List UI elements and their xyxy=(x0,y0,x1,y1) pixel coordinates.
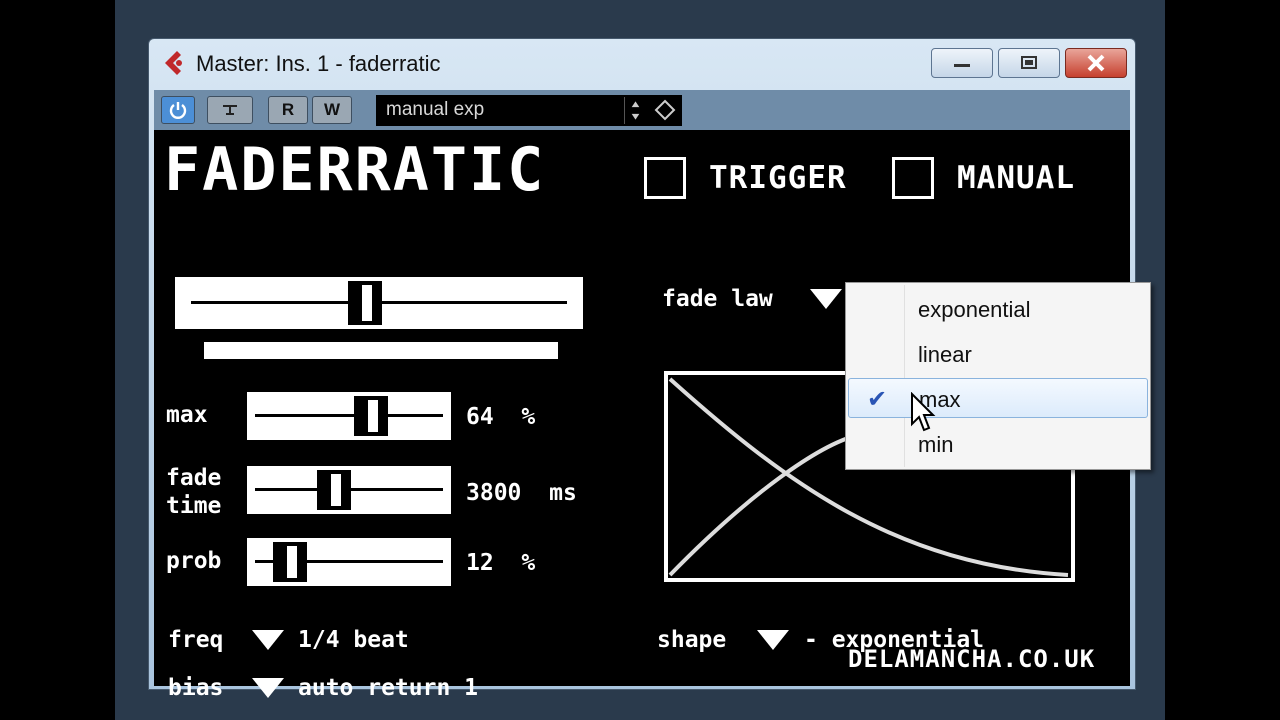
power-button[interactable] xyxy=(161,96,195,124)
mouse-cursor-icon xyxy=(911,392,936,432)
main-fader-thumb[interactable] xyxy=(348,281,383,325)
website-link[interactable]: DELAMANCHA.CO.UK xyxy=(848,645,1095,673)
shape-label: shape xyxy=(657,627,727,653)
freq-label: freq xyxy=(168,627,224,653)
manual-checkbox[interactable] xyxy=(892,157,934,199)
fade-law-menu: exponential linear ✔ max min xyxy=(845,282,1151,470)
bias-dropdown-arrow-icon[interactable] xyxy=(252,678,284,698)
preset-name: manual exp xyxy=(386,99,485,120)
preset-menu-icon[interactable] xyxy=(652,97,678,124)
trigger-label: TRIGGER xyxy=(709,160,847,196)
preset-selector[interactable]: manual exp xyxy=(376,95,682,126)
minimize-icon xyxy=(954,64,970,67)
close-icon xyxy=(1087,54,1105,72)
plugin-logo-title: FADERRATIC xyxy=(164,135,546,205)
max-slider-track xyxy=(255,414,443,417)
fade-law-dropdown-arrow-icon[interactable] xyxy=(810,289,842,309)
write-automation-button[interactable]: W xyxy=(312,96,352,124)
shape-dropdown-arrow-icon[interactable] xyxy=(757,630,789,650)
prob-slider-thumb[interactable] xyxy=(273,542,308,582)
bypass-button[interactable] xyxy=(207,96,253,124)
freq-value[interactable]: 1/4 beat xyxy=(298,626,409,654)
window-title: Master: Ins. 1 - faderratic xyxy=(196,51,441,76)
freq-dropdown-arrow-icon[interactable] xyxy=(252,630,284,650)
menu-item-linear[interactable]: linear xyxy=(848,334,1148,374)
minimize-button[interactable] xyxy=(931,48,993,78)
menu-item-exponential[interactable]: exponential xyxy=(848,289,1148,329)
manual-label: MANUAL xyxy=(957,160,1075,196)
bias-value[interactable]: auto return 1 xyxy=(298,674,478,702)
preset-up-down-icon[interactable] xyxy=(624,97,646,124)
menu-item-min[interactable]: min xyxy=(848,424,1148,464)
read-automation-button[interactable]: R xyxy=(268,96,308,124)
max-slider-thumb[interactable] xyxy=(353,396,388,436)
checkmark-icon: ✔ xyxy=(867,386,888,413)
power-icon xyxy=(169,102,187,119)
maximize-button[interactable] xyxy=(998,48,1060,78)
title-bar[interactable]: Master: Ins. 1 - faderratic xyxy=(149,39,1135,89)
fade-time-slider-thumb[interactable] xyxy=(316,470,351,510)
menu-item-max[interactable]: ✔ max xyxy=(848,378,1148,418)
fade-law-label: fade law xyxy=(662,286,773,312)
bias-label: bias xyxy=(168,675,224,701)
trigger-checkbox[interactable] xyxy=(644,157,686,199)
fade-time-value: 3800 ms xyxy=(466,480,577,506)
main-fader[interactable] xyxy=(175,277,583,329)
fade-time-label: fade time xyxy=(166,465,222,519)
max-label: max xyxy=(166,402,208,428)
cubase-logo-icon xyxy=(165,51,182,75)
prob-value: 12 % xyxy=(466,550,536,576)
main-fader-level-bar xyxy=(204,342,558,359)
plugin-toolbar: R W manual exp xyxy=(154,90,1130,130)
fade-time-slider[interactable] xyxy=(247,466,451,514)
max-slider[interactable] xyxy=(247,392,451,440)
prob-slider[interactable] xyxy=(247,538,451,586)
max-value: 64 % xyxy=(466,404,536,430)
close-button[interactable] xyxy=(1065,48,1127,78)
bypass-icon xyxy=(223,105,237,115)
maximize-icon xyxy=(1021,56,1037,69)
prob-label: prob xyxy=(166,548,222,574)
